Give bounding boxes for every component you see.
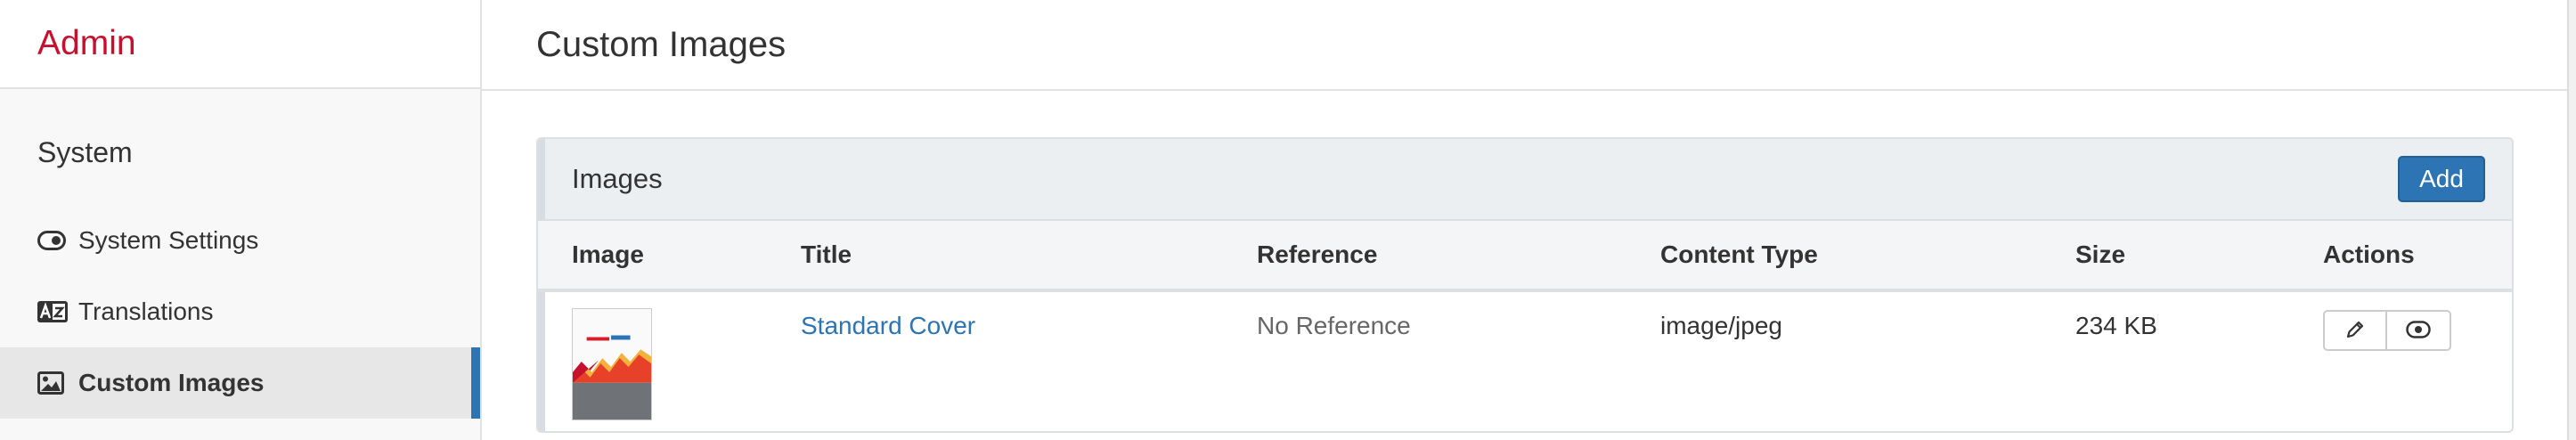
- edit-button[interactable]: [2323, 310, 2387, 351]
- column-header-reference: Reference: [1257, 221, 1660, 292]
- actions-cell: [2323, 290, 2512, 424]
- image-title-link[interactable]: Standard Cover: [801, 312, 975, 339]
- column-header-content-type: Content Type: [1660, 221, 2075, 292]
- panel-title: Images: [572, 163, 663, 194]
- content-type-cell: image/jpeg: [1660, 312, 1782, 339]
- action-button-group: [2323, 310, 2512, 351]
- sidebar-item-label: Custom Images: [78, 369, 265, 396]
- add-button[interactable]: Add: [2398, 156, 2485, 202]
- sidebar-item-system-settings[interactable]: System Settings: [0, 205, 480, 276]
- brand-title[interactable]: Admin: [0, 0, 480, 89]
- sidebar: Admin System System Settings Translation…: [0, 0, 482, 440]
- sidebar-item-label: System Settings: [78, 226, 259, 254]
- title-cell: Standard Cover: [801, 290, 1257, 424]
- sidebar-item-custom-images[interactable]: Custom Images: [0, 347, 480, 419]
- pencil-icon: [2345, 320, 2365, 342]
- image-cell: [538, 290, 801, 424]
- column-header-size: Size: [2075, 221, 2323, 292]
- column-header-actions: Actions: [2323, 221, 2512, 292]
- sidebar-nav: System Settings Translations Custom Imag…: [0, 205, 480, 419]
- scrollbar[interactable]: [2567, 0, 2576, 440]
- page-title: Custom Images: [536, 24, 787, 64]
- table-header-row: Image Title Reference Content Type Size …: [538, 221, 2512, 292]
- view-button[interactable]: [2387, 310, 2451, 351]
- eye-icon: [2406, 320, 2431, 341]
- reference-cell: No Reference: [1257, 312, 1411, 339]
- images-panel: Images Add Image Title Reference Content…: [536, 137, 2514, 433]
- column-header-image: Image: [538, 221, 801, 292]
- section-title-system: System: [37, 136, 133, 168]
- page-header: Custom Images: [482, 0, 2569, 91]
- translate-icon: [37, 299, 69, 324]
- sidebar-item-label: Translations: [78, 297, 214, 325]
- size-cell: 234 KB: [2075, 312, 2157, 339]
- toggle-icon: [37, 228, 69, 253]
- images-table: Image Title Reference Content Type Size …: [538, 221, 2512, 424]
- column-header-title: Title: [801, 221, 1257, 292]
- panel-heading: Images Add: [538, 139, 2512, 221]
- image-icon: [37, 371, 69, 395]
- image-thumbnail[interactable]: [572, 308, 652, 420]
- table-row: Standard Cover No Reference image/jpeg 2…: [538, 290, 2512, 424]
- sidebar-item-translations[interactable]: Translations: [0, 276, 480, 347]
